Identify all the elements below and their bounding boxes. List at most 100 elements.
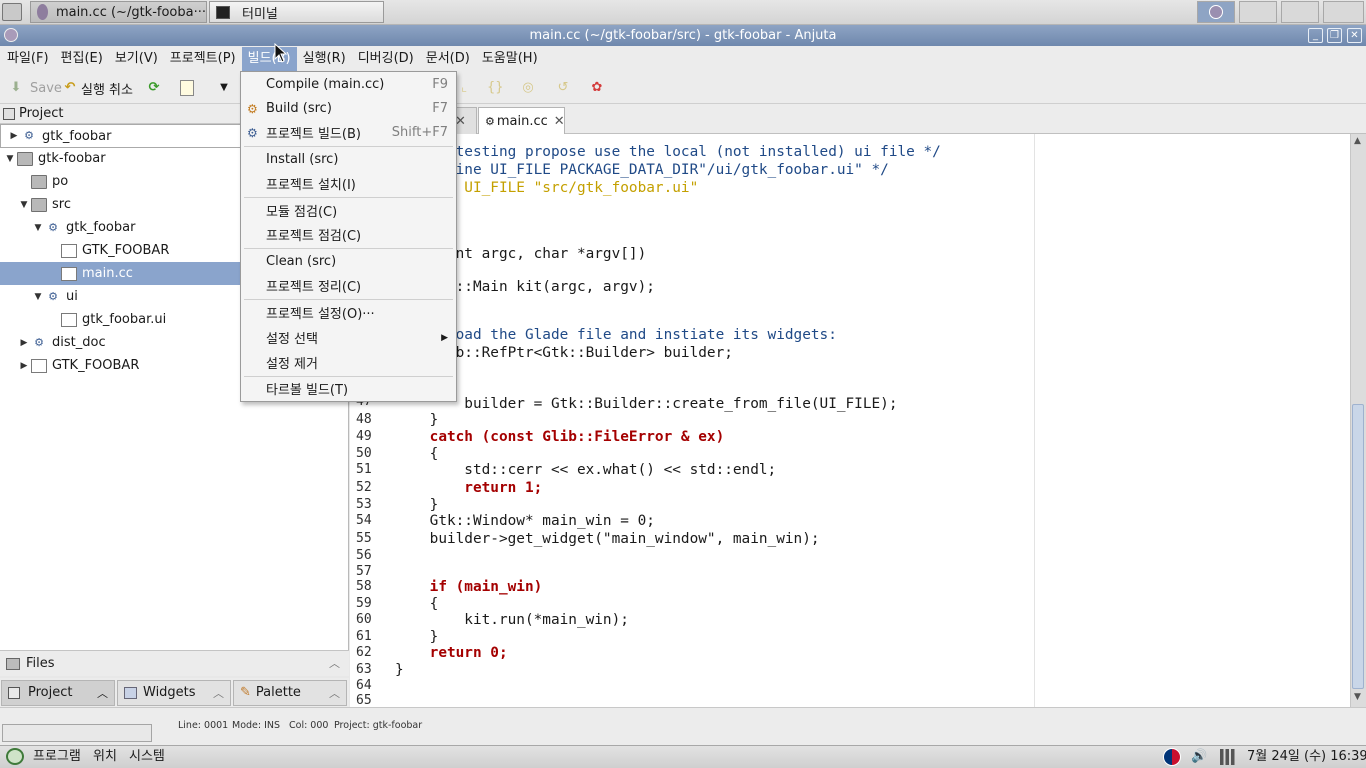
submenu-arrow-icon: ▶ [441,332,448,343]
app-icon[interactable] [4,28,18,42]
menu-project[interactable]: 프로젝트(P) [164,47,242,71]
maximize-button[interactable]: ❐ [1327,28,1342,43]
tab-main-cc[interactable]: ⚙ main.cc ✕ [478,107,565,134]
menu-debug[interactable]: 디버깅(D) [352,47,420,71]
undo-icon: ↶ [64,80,76,95]
menu-item-build-project[interactable]: ⚙ 프로젝트 빌드(B) Shift+F7 [241,120,456,145]
package-icon [31,358,47,373]
collapse-arrow-icon[interactable]: ▼ [31,223,45,233]
line-number: 61 [356,629,372,644]
menu-file[interactable]: 파일(F) [1,47,55,71]
code-line: return 1; [395,480,543,496]
expand-arrow-icon[interactable]: ▶ [17,338,31,348]
step-out-icon: ↺ [557,80,569,95]
line-number: 60 [356,612,372,627]
volume-icon[interactable]: 🔊 [1191,747,1207,767]
collapse-arrow-icon[interactable]: ▼ [17,200,31,210]
clock[interactable]: 7월 24일 (수) 16:39 [1247,747,1366,767]
tab-project[interactable]: Project ︿ [1,679,115,706]
redo-button[interactable]: ⟳ [146,78,162,98]
menu-item-check-module[interactable]: 모듈 점검(C) [241,198,456,223]
files-panel-header[interactable]: Files ︿ [0,650,349,676]
scrollbar-thumb[interactable] [1352,404,1364,689]
workspace-2[interactable] [1239,1,1277,23]
tree-node-label: src [52,197,71,212]
folder-icon [6,657,20,670]
menu-item-build-tarball[interactable]: 타르볼 빌드(T) [241,376,456,401]
task-button-anjuta[interactable]: main.cc (~/gtk-fooba··· [30,1,207,23]
line-number: 52 [356,480,372,495]
toolbar-disabled-icon-2[interactable]: {} [487,78,504,98]
mouse-cursor-icon [274,43,288,63]
close-tab-icon[interactable]: ✕ [554,114,565,129]
editor-tabs: ✕ ⚙ main.cc ✕ [350,104,1366,134]
widgets-icon [124,686,137,699]
input-method-icon[interactable] [1163,748,1181,766]
code-line: std::cerr << ex.what() << std::endl; [395,462,777,478]
menu-item-install[interactable]: Install (src) [241,147,456,172]
code-line: Gtk::Window* main_win = 0; [395,513,655,529]
menu-system[interactable]: 시스템 [129,747,165,767]
toolbar: ⬇ Save ↶ 실행 취소 ⟳ ▼ ⌞ {} ◎ ↺ ✿ [0,72,1366,104]
menu-bar: 파일(F) 편집(E) 보기(V) 프로젝트(P) 빌드(B) 실행(R) 디버… [0,46,1366,72]
menu-item-configure-project[interactable]: 프로젝트 설정(O)··· [241,300,456,325]
tab-palette[interactable]: ✎ Palette ︿ [233,679,347,706]
menu-item-remove-configuration[interactable]: 설정 제거 [241,350,456,375]
scroll-up-arrow-icon[interactable]: ▲ [1354,136,1361,146]
chevron-up-icon[interactable]: ︿ [329,685,340,701]
menu-item-clean-project[interactable]: 프로젝트 정리(C) [241,273,456,298]
menu-item-compile[interactable]: Compile (main.cc) F9 [241,72,456,97]
tab-label: Project [28,685,73,700]
network-icon[interactable] [1220,749,1238,765]
toolbar-more-button[interactable]: ▼ [216,78,232,98]
menu-run[interactable]: 실행(R) [297,47,352,71]
menu-build[interactable]: 빌드(B) [241,47,297,71]
save-button[interactable]: ⬇ Save [8,78,62,98]
menu-item-check-project[interactable]: 프로젝트 점검(C) [241,222,456,247]
menu-item-label: 프로젝트 빌드(B) [266,127,361,142]
undo-button[interactable]: ↶ 실행 취소 [62,78,133,98]
tree-node-label: GTK_FOOBAR [52,358,140,373]
code-line: /* For testing propose use the local (no… [395,144,941,160]
menu-item-clean[interactable]: Clean (src) [241,249,456,274]
menu-item-select-configuration[interactable]: 설정 선택 ▶ [241,325,456,350]
show-desktop-icon[interactable] [2,3,22,21]
chevron-up-icon[interactable]: ︿ [329,655,340,671]
scroll-down-arrow-icon[interactable]: ▼ [1354,692,1361,702]
workspace-3[interactable] [1281,1,1319,23]
project-folder-icon [17,151,33,166]
new-file-button[interactable] [180,78,194,98]
line-number: 50 [356,446,372,461]
task-button-terminal[interactable]: 터미널 [209,1,384,23]
menu-item-install-project[interactable]: 프로젝트 설치(I) [241,171,456,196]
breakpoint-button[interactable]: ✿ [589,78,605,98]
close-button[interactable]: ✕ [1347,28,1362,43]
project-target-combo[interactable]: ▶ ⚙ gtk_foobar [0,124,244,148]
code-line: if (main_win) [395,579,543,595]
workspace-1[interactable] [1197,1,1235,23]
window-titlebar[interactable]: main.cc (~/gtk-foobar/src) - gtk-foobar … [0,25,1366,46]
project-icon [8,686,20,699]
distro-logo-icon[interactable] [6,748,24,765]
workspace-4[interactable] [1323,1,1364,23]
menu-view[interactable]: 보기(V) [109,47,164,71]
menu-item-build[interactable]: ⚙ Build (src) F7 [241,96,456,121]
toolbar-disabled-icon-3[interactable]: ◎ [520,78,536,98]
toolbar-disabled-icon-1[interactable]: ⌞ [456,78,472,98]
menu-places[interactable]: 위치 [93,747,117,767]
menu-applications[interactable]: 프로그램 [33,747,81,767]
menu-item-label: 모듈 점검(C) [266,205,338,220]
menu-edit[interactable]: 편집(E) [55,47,109,71]
chevron-up-icon[interactable]: ︿ [97,685,108,701]
task-label: 터미널 [242,6,278,22]
collapse-arrow-icon[interactable]: ▼ [31,292,45,302]
toolbar-disabled-icon-4[interactable]: ↺ [555,78,571,98]
tab-widgets[interactable]: Widgets ︿ [117,679,231,706]
code-line: } [395,412,439,428]
menu-help[interactable]: 도움말(H) [476,47,544,71]
minimize-button[interactable]: _ [1308,28,1323,43]
chevron-up-icon[interactable]: ︿ [213,685,224,701]
menu-document[interactable]: 문서(D) [420,47,476,71]
expand-arrow-icon[interactable]: ▶ [17,361,31,371]
collapse-arrow-icon[interactable]: ▼ [3,154,17,164]
